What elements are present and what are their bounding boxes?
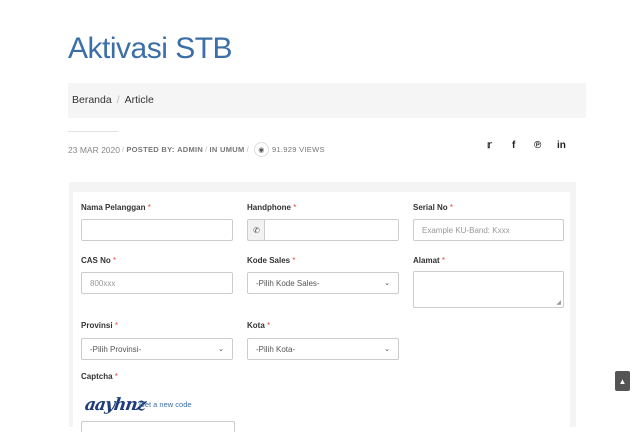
serial-no-label: Serial No * xyxy=(413,203,454,212)
chevron-down-icon: ⌄ xyxy=(384,346,390,353)
breadcrumb-current: Article xyxy=(124,94,154,106)
captcha-label: Captcha * xyxy=(81,372,118,381)
alamat-label: Alamat * xyxy=(413,256,446,265)
handphone-label: Handphone * xyxy=(247,203,297,212)
scroll-to-top-button[interactable]: ▲ xyxy=(615,371,630,391)
eye-icon: ◉ xyxy=(253,142,269,157)
breadcrumb-home-link[interactable]: Beranda xyxy=(72,94,112,106)
view-count: 91.929 VIEWS xyxy=(271,145,325,154)
alamat-textarea[interactable]: ◢ xyxy=(413,271,564,308)
handphone-input[interactable] xyxy=(264,219,399,241)
meta-slash: / xyxy=(205,145,208,154)
resize-handle-icon[interactable]: ◢ xyxy=(556,299,561,306)
cas-no-label: CAS No * xyxy=(81,256,117,265)
kode-sales-label: Kode Sales * xyxy=(247,256,296,265)
kota-selected: -Pilih Kota- xyxy=(256,344,296,354)
pinterest-icon[interactable]: ℗ xyxy=(534,140,541,151)
chevron-down-icon: ⌄ xyxy=(384,280,390,287)
nama-pelanggan-input[interactable] xyxy=(81,219,233,241)
kode-sales-select[interactable]: -Pilih Kode Sales- ⌄ xyxy=(247,272,399,294)
page-title: Aktivasi STB xyxy=(68,32,233,65)
provinsi-label: Provinsi * xyxy=(81,321,118,330)
phone-icon: ✆ xyxy=(247,219,265,241)
captcha-image: aayhnz xyxy=(83,395,147,415)
linkedin-icon[interactable]: in xyxy=(557,140,566,151)
facebook-icon[interactable]: f xyxy=(512,140,515,151)
meta-slash: / xyxy=(121,145,125,154)
breadcrumb: Beranda / Article xyxy=(68,83,586,118)
kode-sales-selected: -Pilih Kode Sales- xyxy=(256,278,320,288)
twitter-icon[interactable]: 𝕣 xyxy=(487,140,492,151)
get-new-code-link[interactable]: Get a new code xyxy=(139,400,192,409)
provinsi-select[interactable]: -Pilih Provinsi- ⌄ xyxy=(81,338,233,360)
serial-no-input[interactable]: Example KU-Band: Kxxx xyxy=(413,219,564,241)
post-category[interactable]: UMUM xyxy=(220,145,245,154)
chevron-down-icon: ⌄ xyxy=(218,346,224,353)
chevron-up-icon: ▲ xyxy=(618,376,627,386)
nama-pelanggan-label: Nama Pelanggan * xyxy=(81,203,151,212)
meta-slash: / xyxy=(246,145,249,154)
post-date: 23 MAR 2020 xyxy=(68,144,120,155)
kota-label: Kota * xyxy=(247,321,271,330)
kota-select[interactable]: -Pilih Kota- ⌄ xyxy=(247,338,399,360)
meta-divider xyxy=(68,131,118,132)
posted-by-label: POSTED BY: xyxy=(126,145,175,154)
breadcrumb-separator: / xyxy=(116,94,120,106)
post-meta: 23 MAR 2020 / POSTED BY: ADMIN / IN UMUM… xyxy=(68,142,325,157)
post-author[interactable]: ADMIN xyxy=(177,145,203,154)
in-label: IN xyxy=(209,145,218,154)
cas-no-input[interactable]: 800xxx xyxy=(81,272,233,294)
provinsi-selected: -Pilih Provinsi- xyxy=(90,344,142,354)
